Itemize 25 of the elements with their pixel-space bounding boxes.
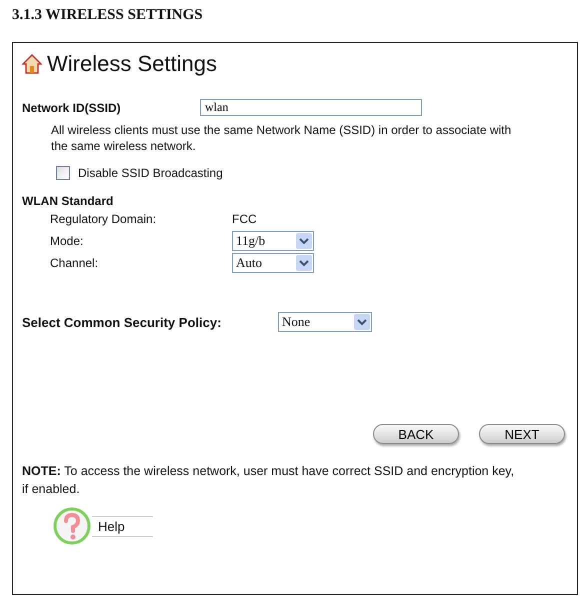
setting-label: Channel: <box>50 256 100 270</box>
dropdown[interactable]: None <box>278 312 372 332</box>
note-text: NOTE: To access the wireless network, user must have correct SSID and encryption key, if enabled. <box>22 463 516 498</box>
security-policy-label: Select Common Security Policy: <box>22 314 222 330</box>
caret-icon <box>296 233 312 249</box>
ssid-field[interactable]: wlan <box>200 99 422 116</box>
dropdown[interactable]: Auto <box>232 253 314 273</box>
ssid-label: Network ID(SSID) <box>22 100 122 114</box>
setting-value: FCC <box>232 212 257 226</box>
checkbox-label: Disable SSID Broadcasting <box>78 166 223 180</box>
help-icon[interactable] <box>52 506 92 546</box>
house-icon <box>22 54 42 74</box>
caret-icon <box>354 314 370 330</box>
page-title: Wireless Settings <box>47 51 217 77</box>
setting-label: Regulatory Domain: <box>50 212 158 226</box>
section-heading: 3.1.3 WIRELESS SETTINGS <box>12 6 204 24</box>
wlan-standard-heading: WLAN Standard <box>22 194 114 208</box>
ssid-hint: All wireless clients must use the same Network Name (SSID) in order to associate with the same wireless network. <box>51 122 512 154</box>
back-button[interactable]: BACK <box>373 424 459 444</box>
checkbox[interactable] <box>56 166 70 180</box>
help-link[interactable]: Help <box>92 516 153 536</box>
next-button[interactable]: NEXT <box>479 424 565 444</box>
caret-icon <box>296 255 312 271</box>
setting-label: Mode: <box>50 234 84 248</box>
dropdown[interactable]: 11g/b <box>232 231 314 251</box>
